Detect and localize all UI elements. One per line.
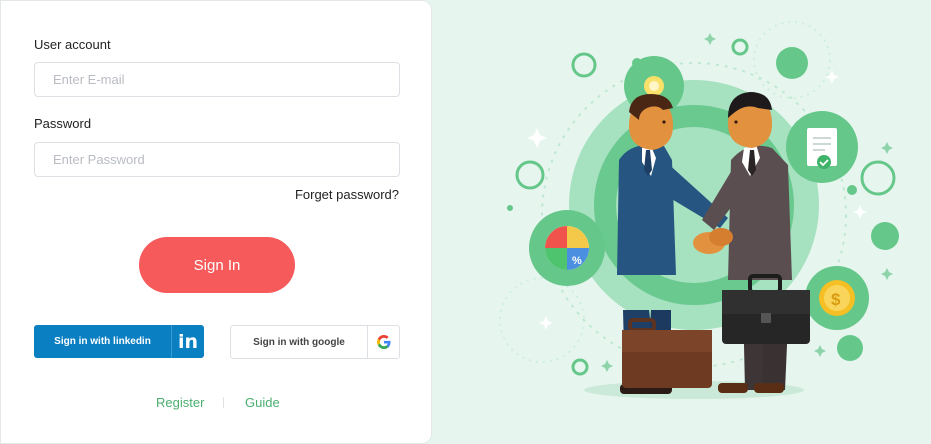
guide-link[interactable]: Guide <box>245 395 280 410</box>
google-signin-button[interactable]: Sign in with google <box>230 325 400 359</box>
linkedin-signin-label: Sign in with linkedin <box>54 336 151 347</box>
dot-decoration <box>847 185 857 195</box>
google-icon <box>367 326 399 358</box>
forgot-password-link[interactable]: Forget password? <box>295 187 399 202</box>
ring-decoration <box>571 52 597 78</box>
pie-chart-icon: % <box>529 210 605 286</box>
password-input[interactable] <box>34 142 400 177</box>
linkedin-icon: in <box>171 325 204 358</box>
ring-decoration <box>731 38 749 56</box>
document-check-icon <box>786 111 858 183</box>
account-label: User account <box>34 37 111 52</box>
dot-decoration <box>507 205 513 211</box>
footer-divider <box>223 397 224 408</box>
sign-in-button[interactable]: Sign In <box>139 237 295 293</box>
login-card: User account Password Forget password? S… <box>0 0 432 444</box>
ring-decoration <box>571 358 589 376</box>
dot-decoration <box>837 335 863 361</box>
dot-decoration <box>776 47 808 79</box>
linkedin-signin-button[interactable]: Sign in with linkedin in <box>34 325 204 358</box>
dotted-ring-decoration <box>499 277 585 363</box>
svg-text:$: $ <box>831 290 841 309</box>
email-input[interactable] <box>34 62 400 97</box>
register-link[interactable]: Register <box>156 395 204 410</box>
handshake-illustration: % $ <box>499 21 899 399</box>
brown-briefcase <box>622 318 712 388</box>
dot-decoration <box>871 222 899 250</box>
ring-decoration <box>515 160 545 190</box>
ring-decoration <box>860 160 896 196</box>
svg-text:%: % <box>572 255 582 267</box>
password-label: Password <box>34 116 92 131</box>
coin-icon: $ <box>805 266 869 330</box>
google-signin-label: Sign in with google <box>253 336 345 348</box>
